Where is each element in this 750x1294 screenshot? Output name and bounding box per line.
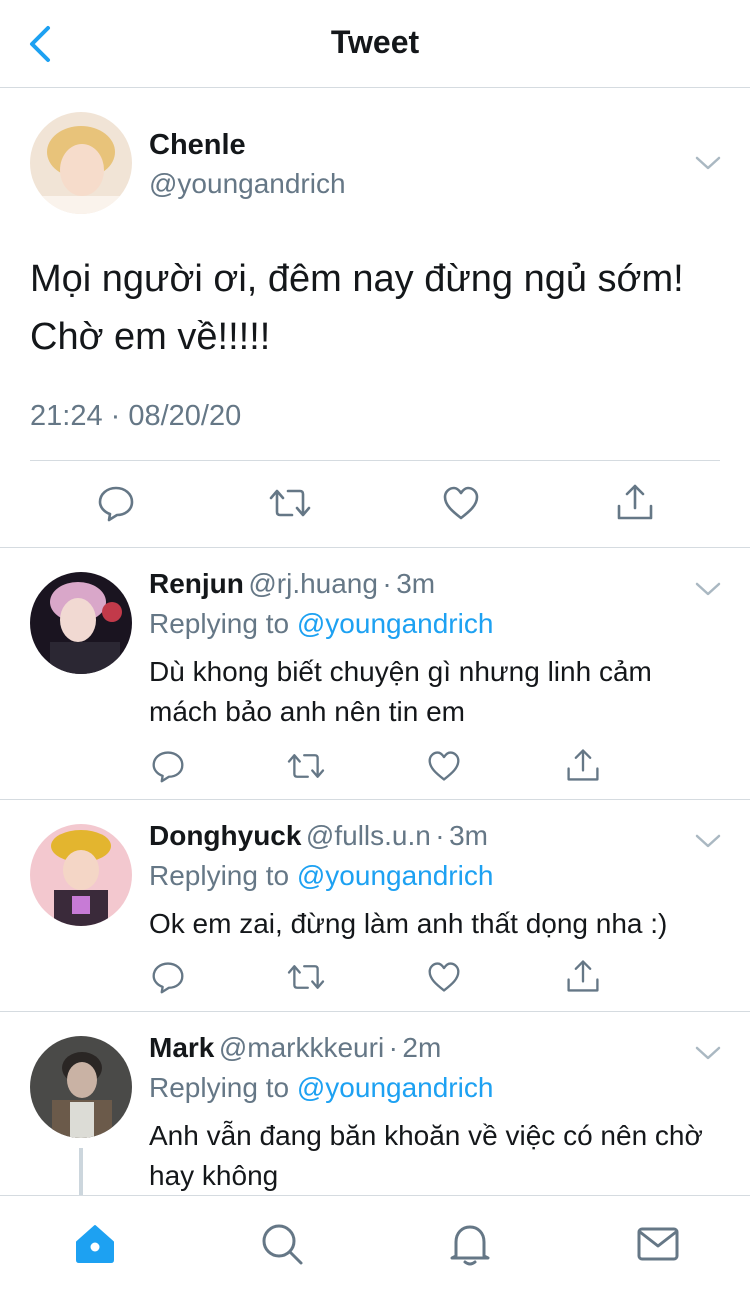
avatar-image — [30, 1036, 132, 1138]
replying-to: Replying to @youngandrich — [149, 860, 493, 892]
reply-time: 3m — [449, 820, 488, 851]
tab-notifications[interactable] — [446, 1220, 494, 1268]
author-handle[interactable]: @markkkeuri — [219, 1032, 384, 1063]
retweet-button[interactable] — [286, 960, 326, 994]
heart-icon — [428, 962, 460, 992]
author-handle[interactable]: @fulls.u.n — [306, 820, 431, 851]
avatar[interactable] — [30, 1036, 132, 1138]
reply-button[interactable] — [151, 960, 185, 994]
chevron-down-icon — [695, 156, 721, 170]
avatar-image — [30, 824, 132, 926]
replying-prefix: Replying to — [149, 1072, 290, 1103]
like-button[interactable] — [427, 749, 461, 783]
author-name[interactable]: Mark — [149, 1032, 214, 1063]
author-name[interactable]: Donghyuck — [149, 820, 301, 851]
author-handle[interactable]: @rj.huang — [248, 568, 378, 599]
separator-dot: · — [382, 568, 392, 599]
retweet-icon — [287, 754, 325, 778]
heart-icon — [443, 486, 479, 520]
avatar-image — [30, 112, 132, 214]
avatar[interactable] — [30, 824, 132, 926]
replying-to-link[interactable]: @youngandrich — [297, 1072, 494, 1103]
more-options-button[interactable] — [694, 830, 722, 850]
author-name[interactable]: Chenle — [149, 129, 246, 162]
share-button[interactable] — [565, 747, 601, 783]
reply-text: Ok em zai, đừng làm anh thất dọng nha :) — [149, 908, 668, 939]
author-handle[interactable]: @youngandrich — [149, 168, 346, 200]
reply-tweet[interactable]: Mark @markkkeuri · 2m Replying to @young… — [0, 1012, 750, 1195]
reply-header: Mark @markkkeuri · 2m — [149, 1032, 441, 1064]
home-icon — [76, 1225, 114, 1263]
reply-time: 3m — [396, 568, 436, 599]
reply-header: Renjun @rj.huang · 3m — [149, 568, 435, 600]
author-name[interactable]: Renjun — [149, 568, 244, 599]
reply-icon — [152, 962, 184, 994]
search-icon — [262, 1224, 303, 1265]
reply-time: 2m — [402, 1032, 442, 1063]
separator-dot: · — [388, 1032, 398, 1063]
replying-prefix: Replying to — [149, 860, 290, 891]
replying-to-link[interactable]: @youngandrich — [297, 608, 494, 639]
main-tweet: Chenle @youngandrich Mọi người ơi, đêm n… — [0, 88, 750, 548]
like-button[interactable] — [427, 960, 461, 994]
chevron-down-icon — [695, 834, 721, 848]
retweet-icon — [269, 489, 311, 517]
reply-icon — [98, 486, 134, 522]
thread-line — [79, 1148, 83, 1195]
share-button[interactable] — [565, 958, 601, 994]
tweet-text: Mọi người ơi, đêm nay đừng ngủ sớm! Chờ … — [30, 258, 684, 358]
reply-header: Donghyuck @fulls.u.n · 3m — [149, 820, 488, 852]
reply-text: Dù khong biết chuyện gì nhưng linh cảm m… — [149, 656, 652, 727]
reply-icon — [152, 751, 184, 783]
more-options-button[interactable] — [694, 1042, 722, 1062]
reply-tweet[interactable]: Donghyuck @fulls.u.n · 3m Replying to @y… — [0, 800, 750, 1012]
heart-icon — [428, 751, 460, 781]
share-icon — [567, 960, 599, 992]
like-button[interactable] — [442, 484, 480, 522]
replying-to-link[interactable]: @youngandrich — [297, 860, 494, 891]
replying-to: Replying to @youngandrich — [149, 1072, 493, 1104]
separator-dot: · — [435, 820, 445, 851]
reply-text: Anh vẫn đang băn khoăn về việc có nên ch… — [149, 1120, 703, 1191]
retweet-button[interactable] — [286, 749, 326, 783]
avatar[interactable] — [30, 112, 132, 214]
divider — [30, 460, 720, 461]
chevron-down-icon — [695, 1046, 721, 1060]
tab-messages[interactable] — [634, 1220, 682, 1268]
more-options-button[interactable] — [694, 152, 722, 172]
share-icon — [617, 484, 653, 520]
tab-bar — [0, 1195, 750, 1294]
avatar-image — [30, 572, 132, 674]
replying-to: Replying to @youngandrich — [149, 608, 493, 640]
retweet-button[interactable] — [268, 484, 312, 522]
more-options-button[interactable] — [694, 578, 722, 598]
reply-button[interactable] — [97, 484, 135, 522]
retweet-icon — [287, 965, 325, 989]
mail-icon — [637, 1227, 679, 1261]
reply-tweet[interactable]: Renjun @rj.huang · 3m Replying to @young… — [0, 548, 750, 800]
bell-icon — [450, 1225, 490, 1266]
reply-button[interactable] — [151, 749, 185, 783]
tweet-timestamp: 21:24 · 08/20/20 — [30, 400, 242, 432]
avatar[interactable] — [30, 572, 132, 674]
tab-search[interactable] — [258, 1220, 306, 1268]
share-button[interactable] — [615, 482, 655, 522]
header-bar: Tweet — [0, 0, 750, 88]
tab-home[interactable] — [71, 1220, 119, 1268]
chevron-down-icon — [695, 582, 721, 596]
share-icon — [567, 749, 599, 781]
page-title: Tweet — [330, 24, 420, 60]
replying-prefix: Replying to — [149, 608, 290, 639]
